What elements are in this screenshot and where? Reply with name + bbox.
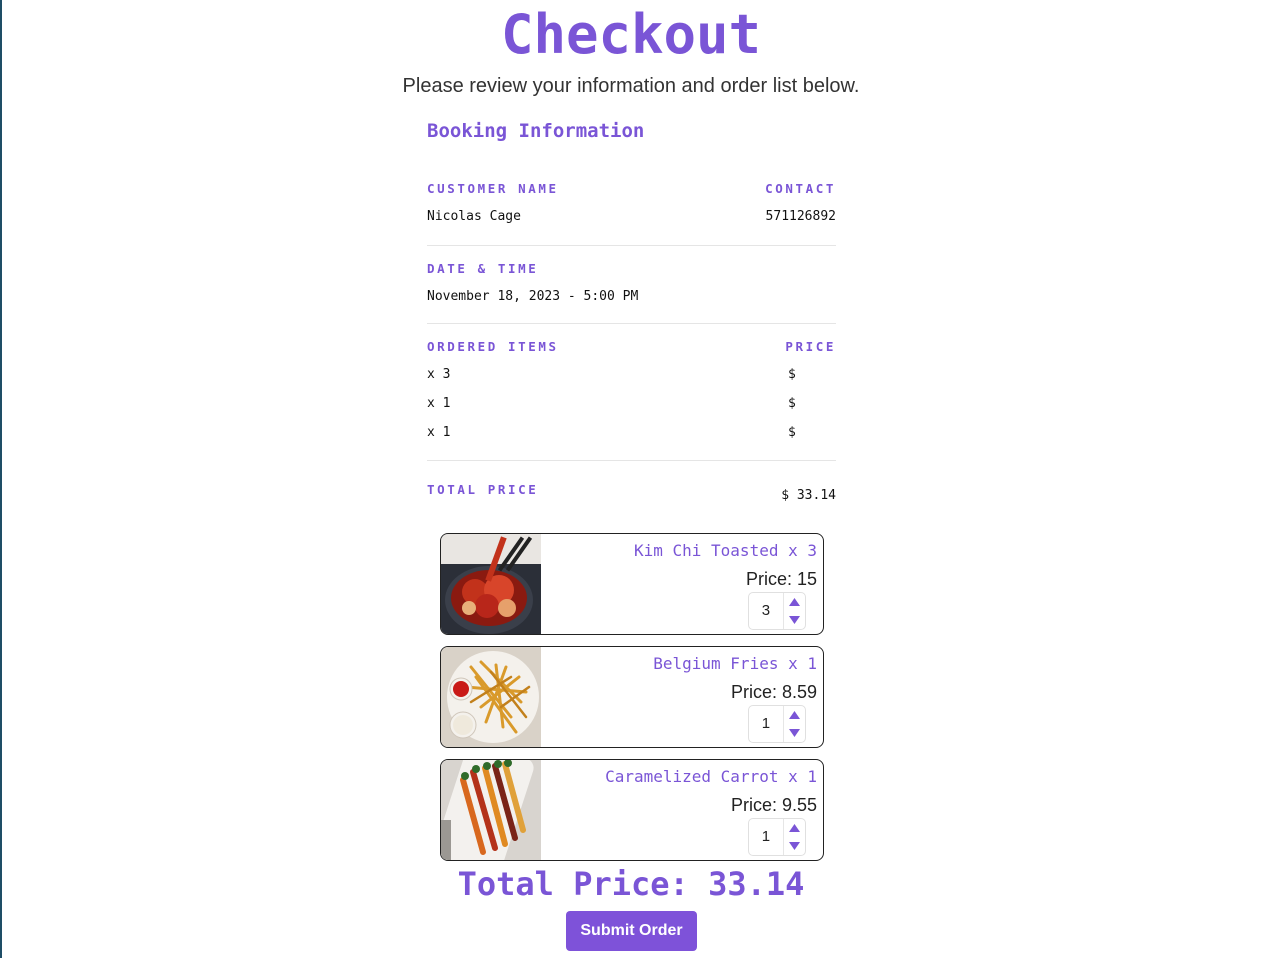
decrement-button[interactable]: [784, 724, 805, 742]
quantity-value[interactable]: 1: [749, 819, 783, 855]
cart-item-card: Caramelized Carrot x 1 Price: 9.55 1: [440, 759, 824, 861]
quantity-value[interactable]: 1: [749, 706, 783, 742]
chevron-up-icon: [788, 711, 800, 719]
ordered-item-price: $: [788, 425, 796, 440]
booking-information: Booking Information CUSTOMER NAME CONTAC…: [427, 118, 836, 521]
ordered-item-qty: x 1: [427, 425, 451, 440]
price-label: PRICE: [785, 339, 836, 354]
chevron-down-icon: [788, 842, 800, 850]
cart-item-card: Belgium Fries x 1 Price: 8.59 1: [440, 646, 824, 748]
total-price-value: $ 33.14: [781, 488, 836, 503]
decrement-button[interactable]: [784, 837, 805, 855]
chevron-up-icon: [788, 824, 800, 832]
customer-name-label: CUSTOMER NAME: [427, 181, 559, 196]
increment-button[interactable]: [784, 819, 805, 837]
ordered-item-price: $: [788, 367, 796, 382]
customer-section: CUSTOMER NAME CONTACT Nicolas Cage 57112…: [427, 180, 836, 246]
booking-heading: Booking Information: [427, 120, 645, 142]
quantity-stepper[interactable]: 1: [748, 705, 806, 743]
total-price-label: TOTAL PRICE: [427, 482, 539, 497]
quantity-stepper[interactable]: 1: [748, 818, 806, 856]
chevron-up-icon: [788, 598, 800, 606]
quantity-stepper[interactable]: 3: [748, 592, 806, 630]
datetime-label: DATE & TIME: [427, 261, 539, 276]
cart-item-name: Kim Chi Toasted x 3: [633, 541, 817, 560]
chevron-down-icon: [788, 729, 800, 737]
increment-button[interactable]: [784, 593, 805, 611]
page-title: Checkout: [500, 3, 762, 66]
decrement-button[interactable]: [784, 611, 805, 629]
quantity-value[interactable]: 3: [749, 593, 783, 629]
datetime-value: November 18, 2023 - 5:00 PM: [427, 289, 639, 304]
cart-item-price: Price: 15: [745, 569, 817, 589]
window-edge: [0, 0, 2, 958]
carrot-photo-icon: [441, 760, 541, 860]
page-subtitle: Please review your information and order…: [402, 75, 860, 97]
cart-item-price: Price: 9.55: [730, 795, 817, 815]
ordered-item-qty: x 1: [427, 396, 451, 411]
ordered-item-row: x 1 $: [427, 424, 836, 453]
contact-value: 571126892: [765, 209, 836, 224]
ordered-item-row: x 1 $: [427, 395, 836, 424]
kimchi-photo-icon: [441, 534, 541, 634]
datetime-section: DATE & TIME November 18, 2023 - 5:00 PM: [427, 246, 836, 324]
contact-label: CONTACT: [765, 181, 836, 196]
fries-photo-icon: [441, 647, 541, 747]
chevron-down-icon: [788, 616, 800, 624]
ordered-items-section: ORDERED ITEMS PRICE x 3 $ x 1 $ x 1 $: [427, 324, 836, 461]
ordered-item-qty: x 3: [427, 367, 451, 382]
ordered-item-price: $: [788, 396, 796, 411]
cart-items: Kim Chi Toasted x 3 Price: 15 3 Belgium …: [440, 533, 824, 872]
cart-item-price: Price: 8.59: [730, 682, 817, 702]
ordered-items-label: ORDERED ITEMS: [427, 339, 559, 354]
grand-total: Total Price: 33.14: [457, 865, 805, 903]
customer-name-value: Nicolas Cage: [427, 209, 521, 224]
total-section: TOTAL PRICE $ 33.14: [427, 461, 836, 521]
cart-item-name: Belgium Fries x 1: [653, 654, 817, 673]
ordered-item-row: x 3 $: [427, 366, 836, 395]
increment-button[interactable]: [784, 706, 805, 724]
submit-order-button[interactable]: Submit Order: [566, 911, 697, 951]
cart-item-name: Caramelized Carrot x 1: [605, 767, 817, 786]
cart-item-card: Kim Chi Toasted x 3 Price: 15 3: [440, 533, 824, 635]
